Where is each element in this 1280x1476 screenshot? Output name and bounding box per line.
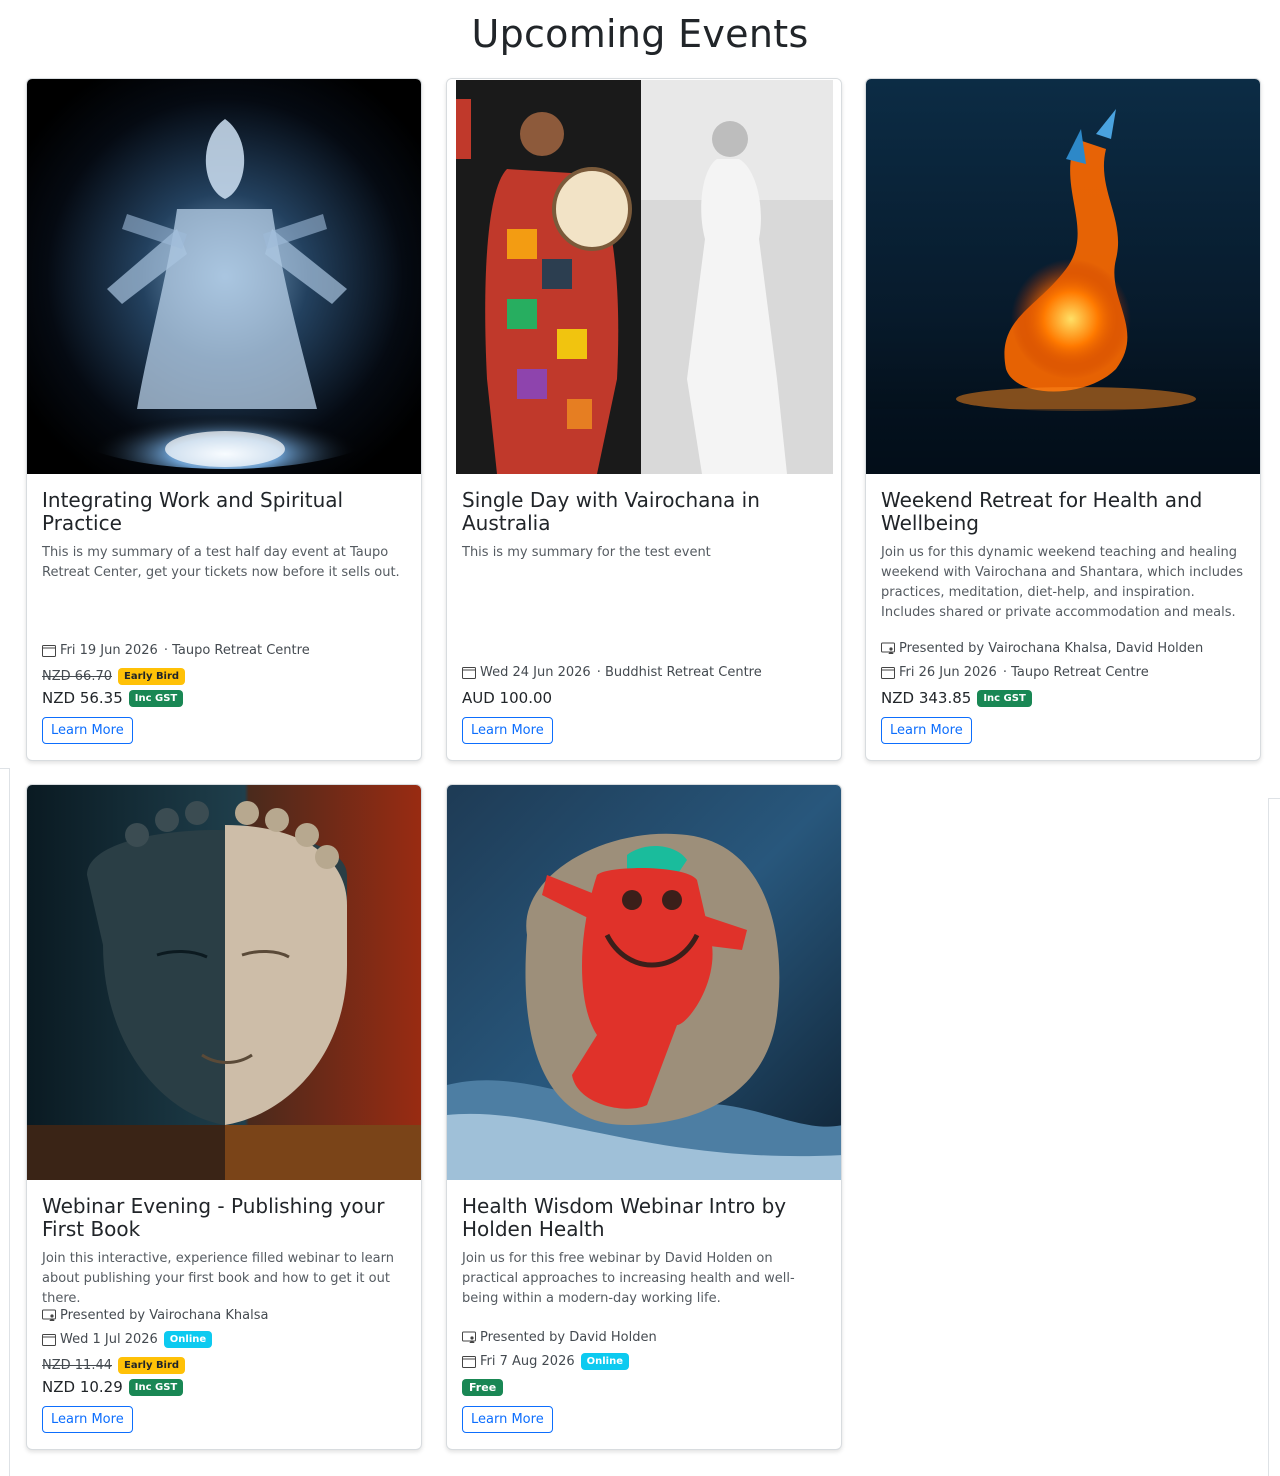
old-price: NZD 11.44 [42,1357,112,1373]
event-date: Fri 26 Jun 2026 [899,664,997,680]
learn-more-button[interactable]: Learn More [881,717,972,744]
event-image[interactable] [447,79,841,474]
event-presenter: Presented by David Holden [480,1329,657,1345]
learn-more-button[interactable]: Learn More [462,717,553,744]
goddess-image [27,79,421,474]
event-venue: · Taupo Retreat Centre [1002,664,1149,680]
online-badge: Online [580,1352,630,1370]
painted-rock-image [447,785,841,1180]
event-date: Wed 1 Jul 2026 [60,1331,158,1347]
event-summary: This is my summary for the test event [462,545,711,560]
calendar-icon [881,666,895,679]
event-presenter: Presented by Vairochana Khalsa, David Ho… [899,640,1204,656]
event-date-row: Fri 19 Jun 2026 · Taupo Retreat Centre [42,638,406,662]
drummer-image [447,79,841,474]
event-title[interactable]: Weekend Retreat for Health and Wellbeing [881,489,1245,535]
old-price: NZD 66.70 [42,668,112,684]
presenter-icon [881,642,895,654]
divider [1268,798,1280,799]
online-badge: Online [163,1330,213,1348]
event-card: Single Day with Vairochana in Australia … [446,78,842,761]
event-title[interactable]: Health Wisdom Webinar Intro by Holden He… [462,1195,826,1241]
event-summary: Join this interactive, experience filled… [42,1251,394,1306]
event-venue: · Taupo Retreat Centre [163,642,310,658]
gst-badge: Inc GST [128,689,184,707]
event-date-row: Fri 26 Jun 2026 · Taupo Retreat Centre [881,660,1245,684]
fire-water-image [866,79,1260,474]
price: NZD 343.85 [881,689,972,707]
divider [9,768,10,1476]
event-date-row: Fri 7 Aug 2026 Online [462,1349,826,1373]
learn-more-button[interactable]: Learn More [42,1406,133,1433]
early-bird-badge: Early Bird [118,667,186,685]
event-card: Integrating Work and Spiritual Practice … [26,78,422,761]
learn-more-button[interactable]: Learn More [462,1406,553,1433]
event-summary: This is my summary of a test half day ev… [42,545,400,580]
price: NZD 56.35 [42,689,123,707]
buddha-image [27,785,421,1180]
event-image[interactable] [447,785,841,1180]
event-image[interactable] [866,79,1260,474]
price-row: NZD 56.35 Inc GST [42,687,406,709]
page-title: Upcoming Events [471,12,809,56]
learn-more-button[interactable]: Learn More [42,717,133,744]
price: AUD 100.00 [462,689,553,707]
calendar-icon [42,1333,56,1346]
price-row: AUD 100.00 [462,687,826,709]
event-date: Fri 19 Jun 2026 [60,642,158,658]
presenter-icon [462,1331,476,1343]
divider [1268,798,1269,1476]
event-date: Fri 7 Aug 2026 [480,1353,575,1369]
price-row: NZD 10.29 Inc GST [42,1376,406,1398]
gst-badge: Inc GST [977,689,1032,707]
event-presenter-row: Presented by David Holden [462,1325,826,1349]
divider [0,768,9,769]
gst-badge: Inc GST [128,1378,184,1396]
event-presenter: Presented by Vairochana Khalsa [60,1307,269,1323]
event-presenter-row: Presented by Vairochana Khalsa [42,1303,406,1327]
event-card: Webinar Evening - Publishing your First … [26,784,422,1450]
event-image[interactable] [27,79,421,474]
price-row: NZD 66.70 Early Bird [42,665,406,687]
event-title[interactable]: Integrating Work and Spiritual Practice [42,489,406,535]
price: NZD 10.29 [42,1378,123,1396]
event-date-row: Wed 1 Jul 2026 Online [42,1327,406,1351]
event-date: Wed 24 Jun 2026 [480,664,591,680]
calendar-icon [462,1355,476,1368]
event-summary: Join us for this dynamic weekend teachin… [881,545,1243,620]
presenter-icon [42,1309,56,1321]
early-bird-badge: Early Bird [118,1356,186,1374]
event-presenter-row: Presented by Vairochana Khalsa, David Ho… [881,636,1245,660]
price-row: NZD 343.85 Inc GST [881,687,1245,709]
event-card: Weekend Retreat for Health and Wellbeing… [865,78,1261,761]
event-image[interactable] [27,785,421,1180]
price-row: NZD 11.44 Early Bird [42,1354,406,1376]
price-row: Free [462,1376,826,1398]
free-badge: Free [462,1378,504,1396]
event-venue: · Buddhist Retreat Centre [596,664,762,680]
calendar-icon [462,666,476,679]
event-summary: Join us for this free webinar by David H… [462,1251,795,1306]
event-title[interactable]: Webinar Evening - Publishing your First … [42,1195,406,1241]
event-card: Health Wisdom Webinar Intro by Holden He… [446,784,842,1450]
event-title[interactable]: Single Day with Vairochana in Australia [462,489,826,535]
calendar-icon [42,644,56,657]
event-date-row: Wed 24 Jun 2026 · Buddhist Retreat Centr… [462,660,826,684]
